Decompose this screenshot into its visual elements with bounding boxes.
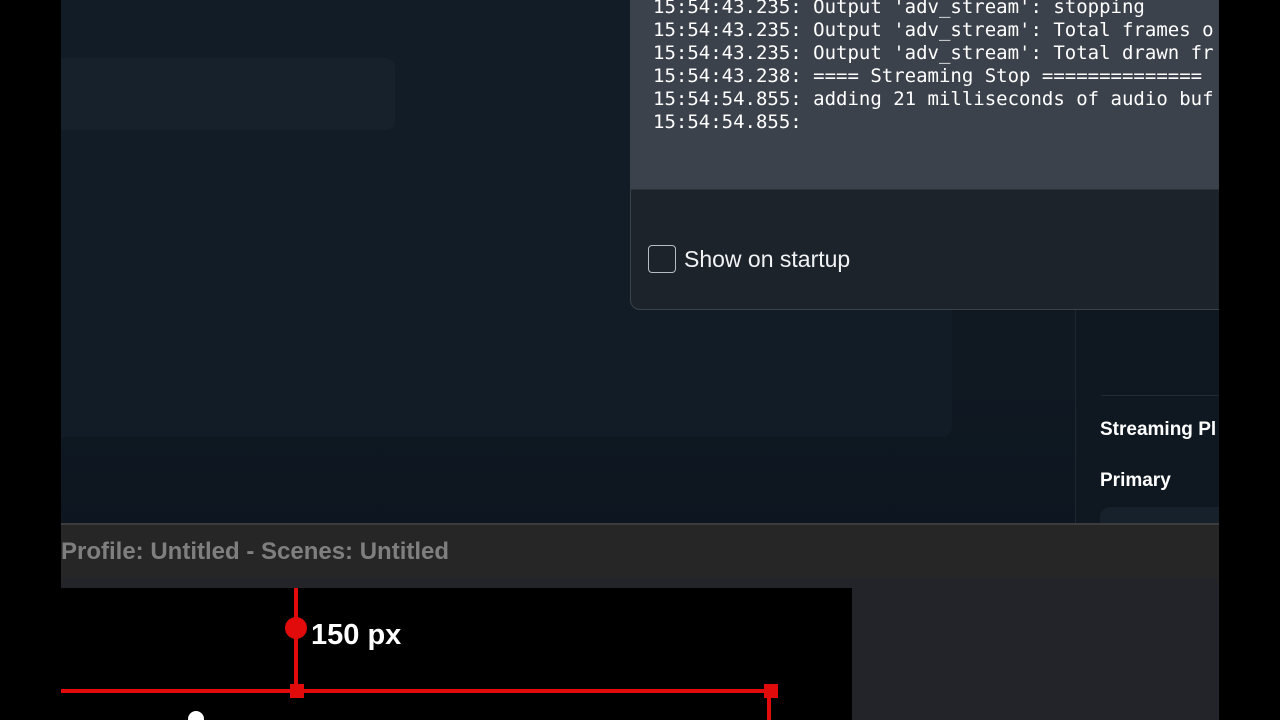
log-line: 15:54:54.855: adding 21 milliseconds of … — [653, 88, 1214, 110]
measurement-label: 150 px — [311, 619, 402, 651]
screen-frame: Streaming Pl Primary 15:54:43.235: Outpu… — [61, 0, 1219, 720]
show-on-startup-checkbox[interactable] — [648, 245, 676, 273]
anchor-dot — [188, 711, 204, 720]
log-line: 15:54:43.235: Output 'adv_stream': Total… — [653, 19, 1214, 41]
url-field[interactable] — [61, 58, 395, 130]
preview-canvas[interactable]: 150 px — [61, 588, 852, 720]
log-line: 15:54:54.855: — [653, 111, 802, 133]
log-line: 15:54:43.238: ==== Streaming Stop ======… — [653, 65, 1203, 87]
corner-handle — [290, 684, 304, 698]
window-title: Profile: Untitled - Scenes: Untitled — [61, 538, 450, 565]
log-line: 15:54:43.235: Output 'adv_stream': Total… — [653, 42, 1214, 64]
primary-label: Primary — [1100, 470, 1171, 491]
side-divider — [1101, 395, 1219, 396]
streaming-platform-label: Streaming Pl — [1100, 419, 1217, 440]
measurement-guides — [61, 588, 778, 720]
log-dialog: 15:54:43.235: Output 'adv_stream': stopp… — [630, 0, 1219, 310]
log-output[interactable]: 15:54:43.235: Output 'adv_stream': stopp… — [631, 0, 1219, 190]
corner-handle — [764, 684, 778, 698]
show-on-startup-label[interactable]: Show on startup — [684, 246, 850, 273]
guide-handle — [285, 617, 307, 639]
window-title-bar[interactable]: Profile: Untitled - Scenes: Untitled — [61, 523, 1219, 578]
log-line: 15:54:43.235: Output 'adv_stream': stopp… — [653, 0, 1145, 18]
app-background: Streaming Pl Primary 15:54:43.235: Outpu… — [61, 0, 1219, 527]
